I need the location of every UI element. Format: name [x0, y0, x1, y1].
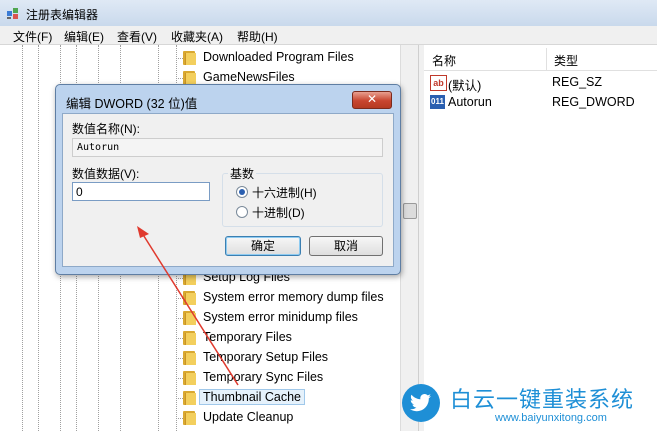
brand-watermark: 白云一键重装系统 www.baiyunxitong.com	[400, 378, 657, 431]
annotation-arrow	[137, 226, 239, 386]
brand-url: www.baiyunxitong.com	[495, 412, 607, 424]
twitter-bird-icon	[402, 384, 440, 422]
brand-name: 白云一键重装系统	[450, 388, 635, 413]
